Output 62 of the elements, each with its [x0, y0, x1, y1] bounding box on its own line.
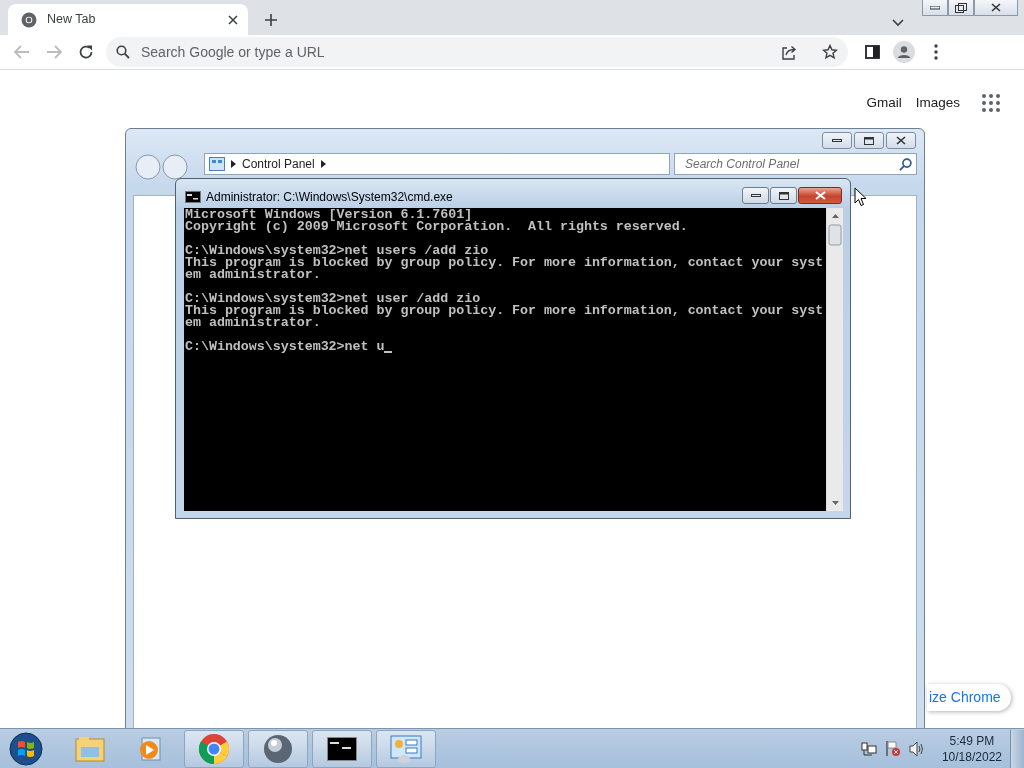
command-prompt-icon[interactable] — [312, 729, 372, 768]
address-text: Control Panel — [242, 156, 315, 173]
minimize-button[interactable] — [822, 132, 852, 149]
console-input[interactable]: C:\Windows\system32>net u — [185, 341, 385, 353]
header-link[interactable]: Gmail — [866, 93, 902, 114]
close-icon — [991, 3, 1001, 12]
clock-date[interactable]: 10/18/2022 — [941, 748, 1002, 765]
minimize-icon — [930, 5, 940, 10]
chevron-down-icon[interactable] — [892, 19, 904, 27]
console-line: em administrator. — [185, 317, 322, 329]
close-icon — [814, 191, 826, 200]
close-button[interactable] — [798, 187, 842, 204]
flag-alert-icon[interactable] — [884, 740, 901, 757]
share-icon[interactable] — [781, 44, 797, 60]
minimize-button[interactable] — [742, 187, 769, 204]
window-title: Administrator: C:\Windows\System32\cmd.exe — [206, 189, 453, 206]
restore-button[interactable] — [948, 0, 974, 16]
apps-grid-icon[interactable] — [982, 94, 1000, 113]
address-bar[interactable]: Search Google or type a URL — [106, 37, 848, 67]
maximize-icon — [778, 191, 789, 200]
close-button[interactable] — [974, 0, 1018, 16]
search-icon — [899, 157, 912, 171]
console-line: em administrator. — [185, 269, 322, 281]
browser-tab[interactable]: New Tab — [8, 4, 248, 35]
menu-icon[interactable] — [934, 44, 938, 60]
control-panel-icon — [209, 157, 225, 171]
console-line: Copyright (c) 2009 Microsoft Corporation. All rights reserved. — [185, 221, 689, 233]
console-line: Microsoft Windows [Version 6.1.7601] — [185, 209, 473, 221]
address-bar[interactable]: Control Panel — [204, 153, 670, 175]
console-line: C:\Windows\system32>net user /add zio — [185, 293, 481, 305]
customize-chrome-button[interactable]: ize Chrome — [927, 684, 1011, 711]
volume-icon[interactable] — [908, 740, 926, 757]
close-icon[interactable] — [228, 14, 238, 25]
console-line: C:\Windows\system32>net users /add zio — [185, 245, 489, 257]
chevron-right-icon — [320, 160, 326, 168]
header-link[interactable]: Images — [915, 93, 960, 114]
chevron-right-icon — [231, 160, 236, 168]
console-line: This program is blocked by group policy. For more information, contact your syst — [185, 305, 825, 317]
text-cursor — [384, 351, 393, 353]
back-forward-buttons-icon[interactable] — [135, 153, 191, 181]
profile-icon[interactable] — [893, 41, 915, 63]
search-icon — [116, 45, 130, 59]
search-field[interactable]: Search Control Panel — [674, 153, 917, 175]
console-icon — [185, 191, 201, 203]
maximize-button[interactable] — [854, 132, 884, 149]
new-tab-icon[interactable] — [264, 13, 278, 27]
side-panel-icon[interactable] — [864, 45, 880, 59]
restore-icon — [955, 2, 967, 13]
reload-icon[interactable] — [78, 44, 94, 60]
maximize-button[interactable] — [770, 187, 797, 204]
star-icon[interactable] — [822, 44, 838, 60]
close-icon — [896, 136, 906, 145]
close-button[interactable] — [886, 132, 916, 149]
console-line: This program is blocked by group policy. For more information, contact your syst — [185, 257, 825, 269]
network-icon[interactable] — [860, 740, 877, 757]
tab-title: New Tab — [47, 11, 97, 29]
minimize-icon — [750, 193, 761, 198]
clock-time[interactable]: 5:49 PM — [941, 732, 1002, 749]
minimize-icon — [832, 138, 842, 143]
chrome-icon[interactable] — [184, 729, 244, 768]
scrollbar[interactable] — [826, 208, 843, 511]
maximize-icon — [864, 136, 874, 145]
